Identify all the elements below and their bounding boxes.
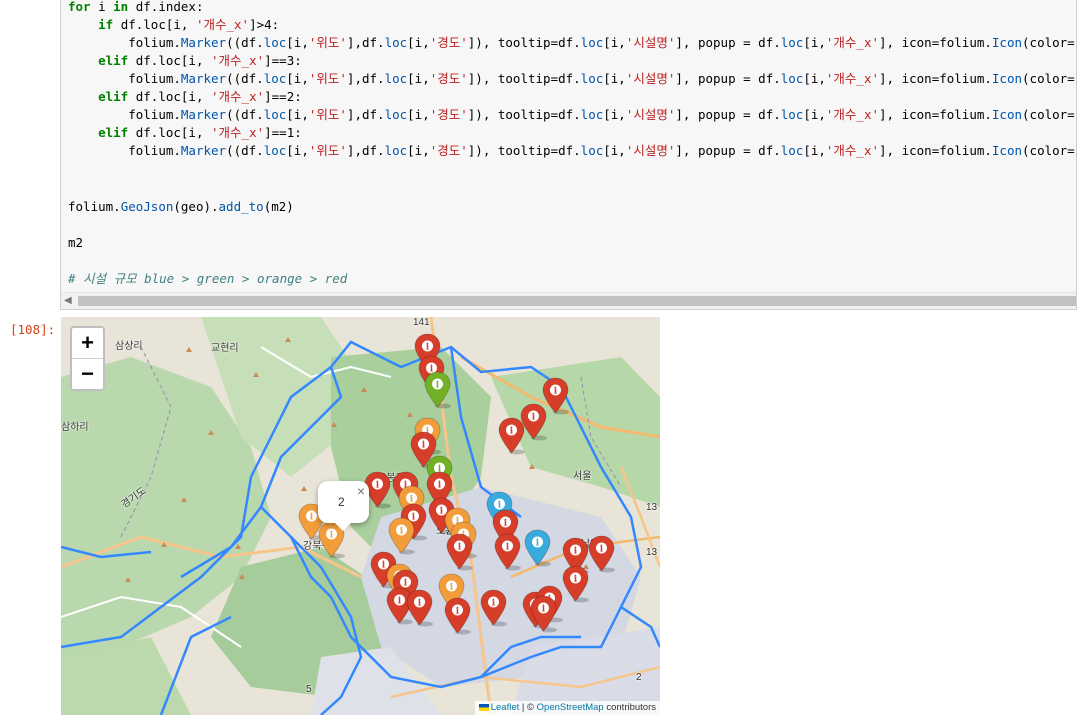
map-marker-red[interactable]: i [445, 533, 474, 571]
place-label: 삼상리 [115, 341, 143, 352]
code-line-if: if df.loc[i, '개수_x']>4: [98, 17, 280, 32]
svg-text:i: i [600, 545, 604, 555]
marker-popup: 2 × [318, 481, 369, 531]
ukraine-flag-icon [478, 704, 489, 711]
code-line-for: for i in df.index: [68, 0, 204, 14]
svg-text:i: i [554, 387, 558, 397]
road-number: 13 [646, 502, 658, 513]
road-number: 141 [413, 317, 430, 328]
code-editor[interactable]: for i in df.index: if df.loc[i, '개수_x']>… [61, 0, 1076, 292]
svg-text:i: i [398, 597, 402, 607]
code-line-elif-3: elif df.loc[i, '개수_x']==3: [98, 53, 302, 68]
place-label: 교현리 [211, 343, 239, 354]
map-marker-red[interactable]: i [587, 535, 616, 573]
map-marker-green[interactable]: i [423, 371, 452, 409]
zoom-in-button[interactable]: + [72, 328, 103, 358]
road-number: 5 [306, 684, 312, 695]
svg-text:i: i [426, 343, 430, 353]
zoom-out-button[interactable]: − [72, 358, 103, 389]
popup-close-button[interactable]: × [357, 483, 365, 499]
road-number: 2 [636, 672, 642, 683]
code-line-elif-2: elif df.loc[i, '개수_x']==2: [98, 89, 302, 104]
svg-text:i: i [574, 547, 578, 557]
code-cell[interactable]: for i in df.index: if df.loc[i, '개수_x']>… [60, 0, 1077, 310]
map-marker-blue[interactable]: i [523, 529, 552, 567]
road-number: 13 [646, 547, 658, 558]
code-line-elif-1: elif df.loc[i, '개수_x']==1: [98, 125, 302, 140]
popup-content: 2 [338, 495, 345, 509]
horizontal-scrollbar[interactable]: ◀ [61, 292, 1076, 309]
svg-text:i: i [510, 427, 514, 437]
code-line-marker-red: folium.Marker((df.loc[i,'위도'],df.loc[i,'… [128, 143, 1076, 158]
map-marker-red[interactable]: i [479, 589, 508, 627]
code-line-geojson: folium.GeoJson(geo).add_to(m2) [68, 199, 294, 214]
output-prompt: [108]: [10, 322, 56, 337]
code-line-marker-green: folium.Marker((df.loc[i,'위도'],df.loc[i,'… [128, 71, 1076, 86]
map-marker-orange[interactable]: i [387, 517, 416, 555]
svg-text:i: i [310, 513, 314, 523]
attribution-tail: contributors [603, 702, 656, 713]
scrollbar-thumb[interactable] [78, 296, 1076, 306]
map-marker-red[interactable]: i [561, 565, 590, 603]
code-line-comment: # 시설 규모 blue > green > orange > red [68, 271, 348, 286]
map-marker-red[interactable]: i [443, 597, 472, 635]
attribution-separator: | © [519, 702, 537, 713]
openstreetmap-link[interactable]: OpenStreetMap [537, 702, 604, 713]
svg-text:i: i [506, 543, 510, 553]
popup-tip [334, 522, 352, 531]
svg-text:i: i [456, 607, 460, 617]
scroll-left-icon[interactable]: ◀ [64, 295, 72, 306]
svg-text:i: i [422, 441, 426, 451]
map-marker-red[interactable]: i [493, 533, 522, 571]
map-attribution: Leaflet | © OpenStreetMap contributors [474, 701, 660, 715]
svg-text:i: i [504, 519, 508, 529]
code-line-marker-blue: folium.Marker((df.loc[i,'위도'],df.loc[i,'… [128, 35, 1076, 50]
svg-text:i: i [574, 575, 578, 585]
map-marker-red[interactable]: i [529, 595, 558, 633]
svg-text:i: i [450, 583, 454, 593]
zoom-control: + − [70, 326, 105, 391]
svg-text:i: i [400, 527, 404, 537]
svg-text:i: i [532, 413, 536, 423]
map-marker-red[interactable]: i [497, 417, 526, 455]
code-line-marker-orange: folium.Marker((df.loc[i,'위도'],df.loc[i,'… [128, 107, 1076, 122]
svg-text:i: i [492, 599, 496, 609]
code-line-m2: m2 [68, 235, 84, 250]
folium-map[interactable]: 삼상리 교현리 삼하리 경기도 도봉구 노원구 강북구 남양주 서울 141 1… [61, 317, 660, 715]
svg-text:i: i [330, 531, 334, 541]
svg-text:i: i [438, 481, 442, 491]
map-marker-red[interactable]: i [405, 589, 434, 627]
svg-text:i: i [376, 481, 380, 491]
place-label: 서울 [573, 471, 592, 482]
svg-text:i: i [458, 543, 462, 553]
svg-text:i: i [542, 605, 546, 615]
leaflet-link[interactable]: Leaflet [491, 702, 520, 713]
svg-text:i: i [436, 381, 440, 391]
svg-text:i: i [418, 599, 422, 609]
place-label: 삼하리 [61, 422, 89, 433]
svg-text:i: i [536, 539, 540, 549]
